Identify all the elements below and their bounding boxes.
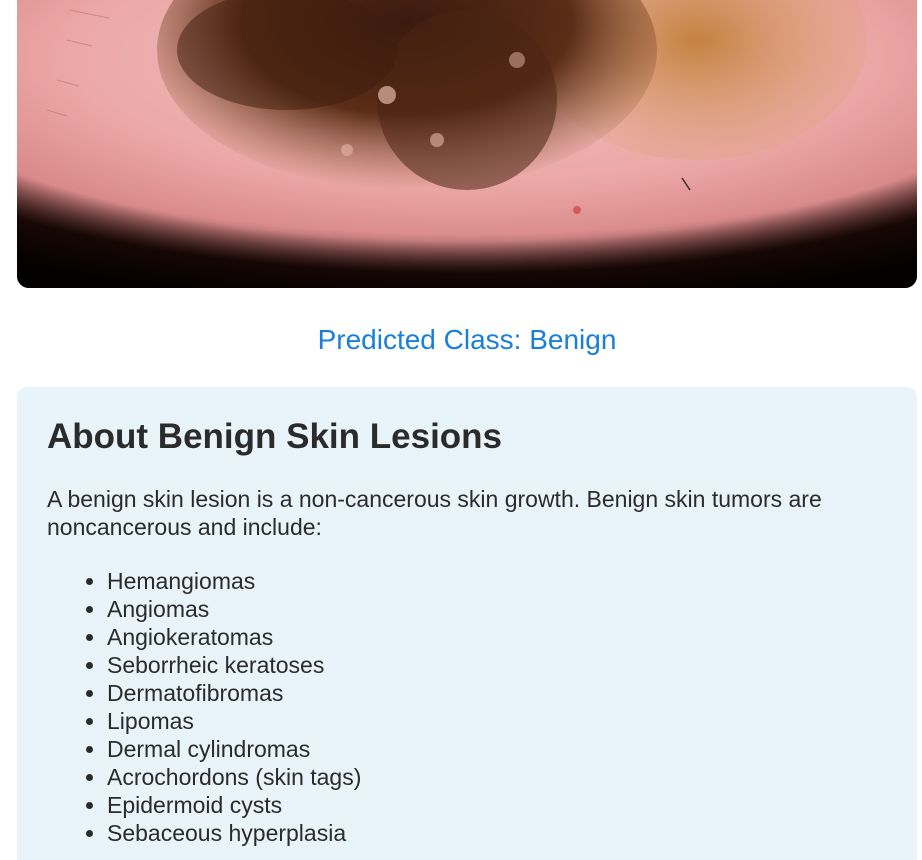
list-item: Lipomas bbox=[107, 707, 887, 735]
list-item: Dermal cylindromas bbox=[107, 735, 887, 763]
info-description: A benign skin lesion is a non-cancerous … bbox=[47, 486, 822, 540]
list-item: Angiomas bbox=[107, 595, 887, 623]
list-item: Seborrheic keratoses bbox=[107, 651, 887, 679]
info-card: About Benign Skin Lesions A benign skin … bbox=[17, 387, 917, 860]
info-title: About Benign Skin Lesions bbox=[47, 417, 503, 456]
predicted-class: Predicted Class: Benign bbox=[317, 324, 617, 355]
lesion-image bbox=[17, 0, 917, 288]
lesion-type-list: Hemangiomas Angiomas Angiokeratomas Sebo… bbox=[47, 567, 887, 847]
list-item: Epidermoid cysts bbox=[107, 791, 887, 819]
list-item: Sebaceous hyperplasia bbox=[107, 819, 887, 847]
list-item: Acrochordons (skin tags) bbox=[107, 763, 887, 791]
list-item: Angiokeratomas bbox=[107, 623, 887, 651]
list-item: Hemangiomas bbox=[107, 567, 887, 595]
page: Predicted Class: Benign About Benign Ski… bbox=[0, 0, 922, 860]
list-item: Dermatofibromas bbox=[107, 679, 887, 707]
